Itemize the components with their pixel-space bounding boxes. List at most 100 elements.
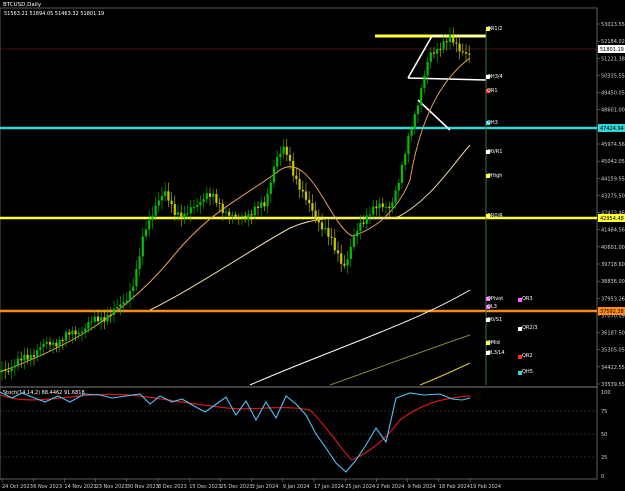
candle-body[interactable] <box>112 308 116 315</box>
candle-body[interactable] <box>32 354 36 357</box>
candle-body[interactable] <box>103 317 106 322</box>
candle-body[interactable] <box>80 331 84 333</box>
candle-body[interactable] <box>237 216 240 218</box>
candle-body[interactable] <box>340 253 343 264</box>
candle-body[interactable] <box>429 52 432 62</box>
candle-body[interactable] <box>186 213 189 215</box>
candle-body[interactable] <box>68 332 71 335</box>
candle-body[interactable] <box>138 256 141 269</box>
candle-body[interactable] <box>397 182 400 191</box>
candle-body[interactable] <box>282 146 285 154</box>
candle-body[interactable] <box>87 322 90 329</box>
candle-body[interactable] <box>343 263 346 266</box>
candle-body[interactable] <box>372 206 375 215</box>
candle-body[interactable] <box>426 61 429 76</box>
candle-body[interactable] <box>464 52 468 54</box>
candle-body[interactable] <box>132 286 135 291</box>
candle-body[interactable] <box>266 193 269 207</box>
candle-body[interactable] <box>42 343 45 348</box>
candle-body[interactable] <box>452 34 455 43</box>
candle-body[interactable] <box>448 34 452 43</box>
candle-body[interactable] <box>442 41 445 50</box>
candle-body[interactable] <box>84 328 87 332</box>
candle-body[interactable] <box>420 88 423 106</box>
candle-body[interactable] <box>330 236 333 238</box>
candle-body[interactable] <box>445 41 448 43</box>
candle-body[interactable] <box>352 236 356 247</box>
candle-body[interactable] <box>148 220 151 230</box>
candle-body[interactable] <box>205 193 208 200</box>
candle-body[interactable] <box>394 190 397 203</box>
candle-body[interactable] <box>346 259 349 266</box>
candle-body[interactable] <box>218 202 221 204</box>
candle-body[interactable] <box>381 203 384 208</box>
candle-body[interactable] <box>317 218 320 223</box>
candle-body[interactable] <box>468 53 471 55</box>
candle-body[interactable] <box>106 314 109 322</box>
candle-body[interactable] <box>231 214 234 216</box>
candle-body[interactable] <box>269 182 272 194</box>
candle-body[interactable] <box>362 222 365 224</box>
candle-body[interactable] <box>196 205 199 208</box>
candle-body[interactable] <box>228 211 231 216</box>
candle-body[interactable] <box>301 189 304 192</box>
candle-body[interactable] <box>13 366 16 368</box>
candle-body[interactable] <box>349 246 352 260</box>
candle-body[interactable] <box>157 200 160 206</box>
candle-body[interactable] <box>413 114 416 129</box>
candle-body[interactable] <box>176 212 180 215</box>
candle-body[interactable] <box>167 191 170 201</box>
candle-body[interactable] <box>64 332 68 341</box>
candle-body[interactable] <box>183 213 186 218</box>
candle-body[interactable] <box>202 199 205 202</box>
candle-body[interactable] <box>458 43 461 52</box>
candle-body[interactable] <box>180 212 183 218</box>
candle-body[interactable] <box>432 52 436 54</box>
candle-body[interactable] <box>39 347 42 351</box>
candle-body[interactable] <box>16 358 20 367</box>
candle-body[interactable] <box>320 222 324 230</box>
candle-body[interactable] <box>314 210 317 219</box>
candle-body[interactable] <box>109 314 112 316</box>
candle-body[interactable] <box>20 358 23 361</box>
candle-body[interactable] <box>292 160 295 176</box>
candle-body[interactable] <box>77 332 80 335</box>
candle-body[interactable] <box>279 153 282 158</box>
candle-body[interactable] <box>256 206 260 208</box>
candle-body[interactable] <box>96 316 100 322</box>
candle-body[interactable] <box>74 330 77 335</box>
candle-body[interactable] <box>234 214 237 217</box>
candle-body[interactable] <box>308 199 311 204</box>
candle-body[interactable] <box>141 236 144 257</box>
trendline-lower[interactable] <box>417 99 451 131</box>
candle-body[interactable] <box>455 42 458 44</box>
chart-canvas[interactable]: BTCUSD,Daily 51563.21 51894.05 51463.32 … <box>0 0 625 491</box>
candle-body[interactable] <box>416 105 420 115</box>
candle-body[interactable] <box>311 203 314 211</box>
candle-body[interactable] <box>48 342 52 345</box>
candle-body[interactable] <box>368 214 372 216</box>
candle-body[interactable] <box>26 354 29 360</box>
candle-body[interactable] <box>135 268 138 287</box>
candle-body[interactable] <box>29 354 32 360</box>
candle-body[interactable] <box>160 196 164 201</box>
candle-body[interactable] <box>151 215 154 221</box>
candle-body[interactable] <box>23 354 26 361</box>
candle-body[interactable] <box>173 204 176 215</box>
candle-body[interactable] <box>288 154 292 161</box>
candle-body[interactable] <box>128 290 132 301</box>
candle-body[interactable] <box>224 211 228 213</box>
candle-body[interactable] <box>253 206 256 216</box>
candle-body[interactable] <box>298 179 301 190</box>
candle-body[interactable] <box>378 203 381 209</box>
candle-body[interactable] <box>439 48 442 50</box>
candle-body[interactable] <box>240 215 244 217</box>
candle-body[interactable] <box>55 342 58 347</box>
candle-body[interactable] <box>461 51 464 53</box>
candle-body[interactable] <box>164 191 167 197</box>
candle-body[interactable] <box>208 193 212 197</box>
candle-body[interactable] <box>333 237 336 251</box>
candle-body[interactable] <box>212 194 215 197</box>
candle-body[interactable] <box>221 203 224 213</box>
candle-body[interactable] <box>375 206 378 209</box>
